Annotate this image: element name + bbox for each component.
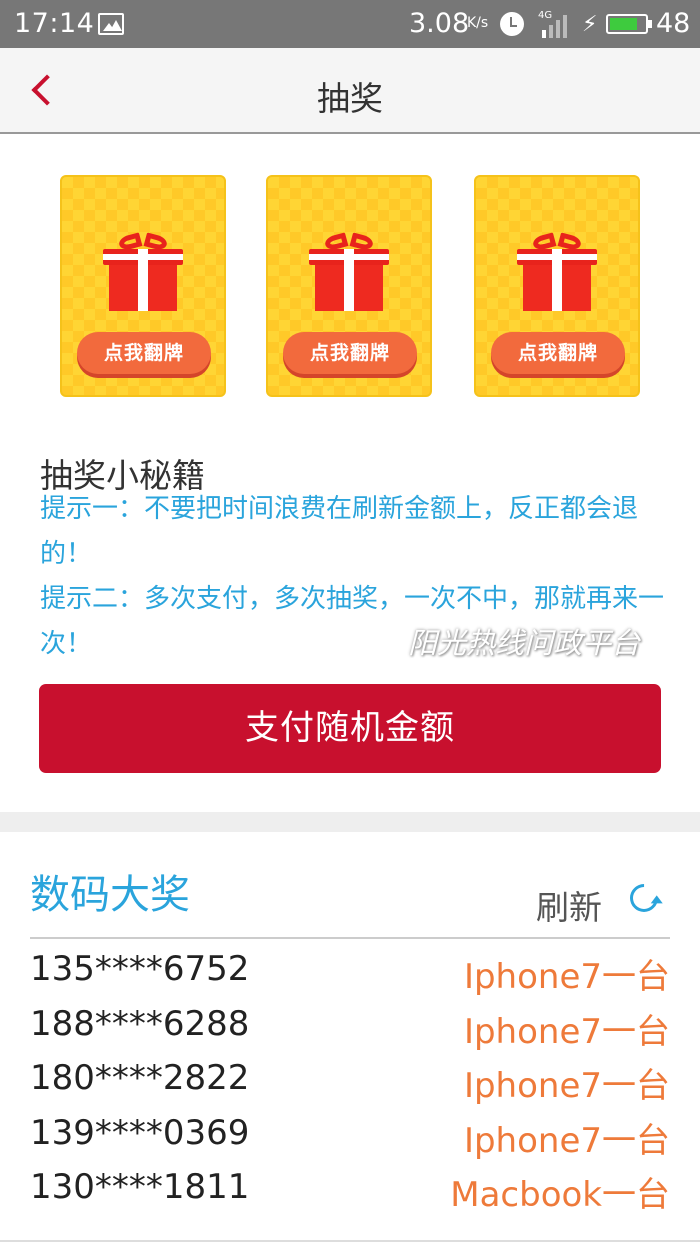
winner-prize: Macbook一台 xyxy=(450,1175,670,1216)
winners-title: 数码大奖 xyxy=(30,872,190,918)
winner-prize: Iphone7一台 xyxy=(463,1066,670,1107)
refresh-icon[interactable] xyxy=(624,878,664,918)
network-type: 4G xyxy=(538,10,553,21)
section-divider xyxy=(0,812,700,832)
page-title: 抽奖 xyxy=(317,79,383,118)
flip-card-button[interactable]: 点我翻牌 xyxy=(77,332,211,374)
gift-icon xyxy=(103,232,183,311)
battery-icon xyxy=(606,14,652,34)
winner-phone: 135****6752 xyxy=(30,949,250,989)
refresh-button[interactable]: 刷新 xyxy=(536,881,602,929)
status-bar: 17:14 3.08 K/s 4G ⚡ 48 xyxy=(0,0,700,48)
charging-icon: ⚡ xyxy=(582,12,598,37)
network-speed: 3.08 xyxy=(409,8,470,39)
list-item: 130****1811 Macbook一台 xyxy=(30,1163,670,1218)
image-notification-icon xyxy=(98,13,124,35)
list-item: 180****2822 Iphone7一台 xyxy=(30,1054,670,1109)
winner-phone: 188****6288 xyxy=(30,1003,250,1044)
status-time: 17:14 xyxy=(14,8,95,39)
winner-prize: Iphone7一台 xyxy=(463,957,670,997)
winner-phone: 180****2822 xyxy=(30,1058,250,1099)
list-item: 139****0369 Iphone7一台 xyxy=(30,1109,670,1164)
lottery-card[interactable]: 点我翻牌 xyxy=(266,175,432,397)
winner-prize: Iphone7一台 xyxy=(463,1011,670,1052)
watermark: 阳光热线问政平台 xyxy=(408,626,641,660)
battery-percent: 48 xyxy=(656,8,691,39)
lottery-card[interactable]: 点我翻牌 xyxy=(474,175,640,397)
winner-phone: 130****1811 xyxy=(30,1167,250,1208)
bottom-divider xyxy=(0,1240,700,1242)
flip-card-button[interactable]: 点我翻牌 xyxy=(283,332,417,374)
list-item: 188****6288 Iphone7一台 xyxy=(30,1000,670,1055)
tip-one: 提示一：不要把时间浪费在刷新金额上，反正都会退的！ xyxy=(40,494,639,569)
winner-prize: Iphone7一台 xyxy=(463,1120,670,1161)
flip-card-button[interactable]: 点我翻牌 xyxy=(491,332,625,374)
pay-random-amount-button[interactable]: 支付随机金额 xyxy=(39,684,661,773)
gift-icon xyxy=(517,232,597,311)
lottery-card[interactable]: 点我翻牌 xyxy=(60,175,226,397)
section-line xyxy=(30,937,670,939)
network-speed-unit: K/s xyxy=(467,15,489,31)
alarm-icon xyxy=(500,12,524,36)
gift-icon xyxy=(309,232,389,311)
winners-list: 135****6752 Iphone7一台 188****6288 Iphone… xyxy=(30,945,670,1218)
list-item: 135****6752 Iphone7一台 xyxy=(30,945,670,1000)
winner-phone: 139****0369 xyxy=(30,1112,250,1153)
signal-icon: 4G xyxy=(538,10,572,38)
app-header: 抽奖 xyxy=(0,48,700,134)
